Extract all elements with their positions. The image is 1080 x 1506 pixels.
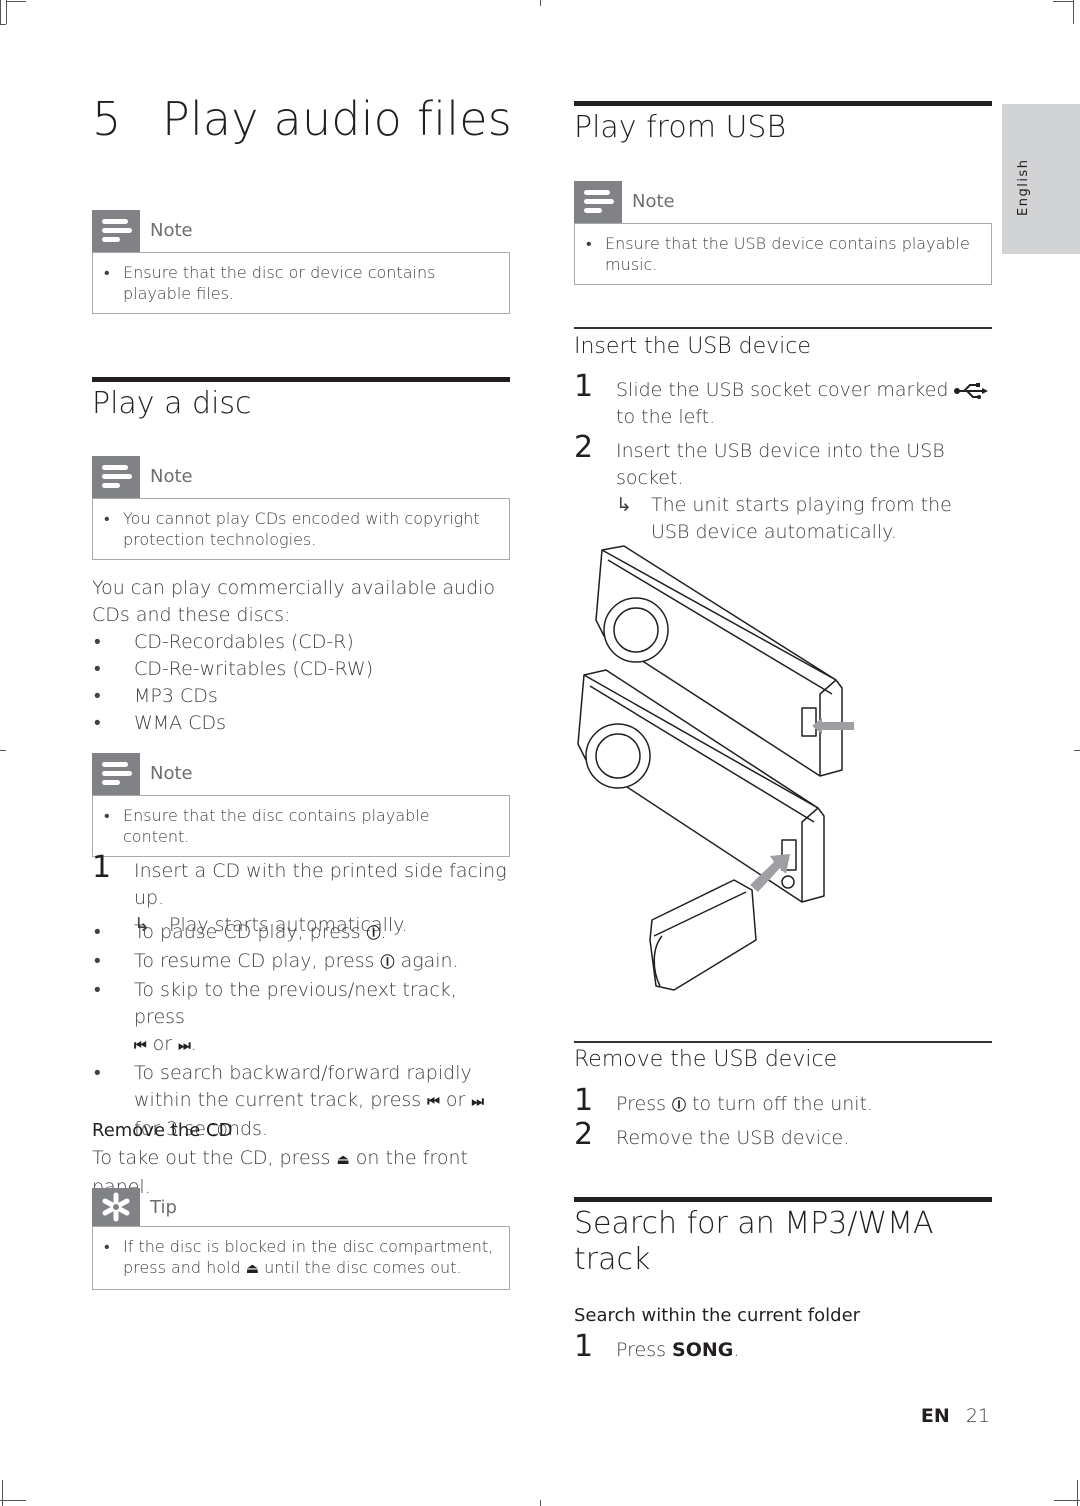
- crop-mark: [0, 1500, 26, 1501]
- step-number: 1: [574, 1083, 594, 1118]
- crop-mark: [540, 1500, 541, 1506]
- list-item: • To pause CD play, press Ⓘ.: [94, 921, 387, 943]
- tip-label: Tip: [150, 1197, 177, 1218]
- list-item: • WMA CDs: [94, 712, 227, 734]
- list-item: • CD-Recordables (CD-R): [94, 631, 354, 653]
- tip-icon: [92, 1188, 140, 1226]
- page-number: 21: [965, 1405, 990, 1427]
- chapter-title-text: Play audio files: [162, 92, 512, 146]
- previous-track-icon: ⏮: [427, 1094, 440, 1110]
- note-icon: [92, 210, 140, 252]
- note-icon: [92, 753, 140, 795]
- list-item: • To skip to the previous/next track, pre…: [94, 979, 457, 1055]
- footer-language: EN: [920, 1405, 950, 1427]
- subheading-search-folder: Search within the current folder: [574, 1305, 861, 1326]
- crop-mark: [1074, 750, 1080, 751]
- crop-mark: [0, 750, 6, 751]
- step-number: 1: [92, 850, 112, 885]
- note-label: Note: [150, 763, 193, 784]
- note-box: Note • Ensure that the USB device contain…: [574, 181, 992, 285]
- note-label: Note: [632, 191, 675, 212]
- subheading-remove-cd: Remove the CD: [92, 1120, 233, 1141]
- step-number: 2: [574, 1117, 594, 1152]
- step-text: Insert the USB device into the USB socke…: [616, 440, 945, 489]
- note-icon: [574, 181, 622, 223]
- crop-mark: [2, 1480, 3, 1506]
- list-item: • To resume CD play, press Ⓘ again.: [94, 950, 459, 972]
- section-rule: [92, 377, 510, 382]
- crop-mark: [1053, 1, 1073, 2]
- step: 1 Press SONG.: [574, 1329, 740, 1364]
- list-item: • MP3 CDs: [94, 685, 218, 707]
- crop-mark: [540, 0, 541, 6]
- note-label: Note: [150, 220, 193, 241]
- power-icon: Ⓘ: [380, 955, 395, 971]
- tip-box: Tip • If the disc is blocked in the disc …: [92, 1188, 510, 1290]
- note-text: Ensure that the USB device contains play…: [605, 234, 970, 274]
- note-text: Ensure that the disc or device contains …: [123, 263, 436, 303]
- usb-icon: [954, 382, 989, 399]
- subsection-rule: [574, 1041, 992, 1043]
- result-arrow-icon: ↳: [616, 494, 632, 516]
- section-rule: [574, 101, 992, 106]
- note-box: Note • Ensure that the disc contains play…: [92, 753, 510, 857]
- next-track-icon: ⏭: [471, 1094, 484, 1110]
- power-icon: Ⓘ: [672, 1098, 687, 1114]
- chapter-number: 5: [92, 92, 122, 146]
- power-icon: Ⓘ: [366, 926, 381, 942]
- step-number: 1: [574, 1329, 594, 1364]
- subheading-insert-usb: Insert the USB device: [574, 334, 811, 359]
- note-text: Ensure that the disc contains playable c…: [123, 806, 430, 846]
- note-box: Note • Ensure that the disc or device con…: [92, 210, 510, 314]
- controls-list: • To pause CD play, press Ⓘ. • To resume C…: [92, 919, 510, 1143]
- previous-track-icon: ⏮: [134, 1038, 147, 1054]
- chapter-title: 5 Play audio files: [92, 92, 512, 146]
- step: 2 Remove the USB device.: [574, 1120, 992, 1152]
- section-heading-search: Search for an MP3/WMA track: [574, 1206, 934, 1277]
- song-key-label: SONG: [672, 1339, 734, 1361]
- crop-mark: [1073, 0, 1074, 24]
- section-heading-play-usb: Play from USB: [574, 110, 787, 145]
- step-result: ↳ The unit starts playing from the USB de…: [616, 494, 952, 543]
- step-text: Insert a CD with the printed side facing…: [134, 860, 507, 909]
- eject-icon: ⏏: [336, 1152, 350, 1168]
- page-footer: EN 21: [921, 1405, 990, 1427]
- note-box: Note • You cannot play CDs encoded with c…: [92, 456, 510, 560]
- step: 1 Slide the USB socket cover marked to t…: [574, 372, 992, 431]
- note-icon: [92, 456, 140, 498]
- crop-mark: [1054, 1500, 1080, 1501]
- disc-types-list: • CD-Recordables (CD-R) • CD-Re-writables …: [92, 629, 510, 737]
- crop-mark: [1077, 1480, 1078, 1506]
- intro-text: You can play commercially available audi…: [92, 577, 496, 626]
- usb-insertion-illustration: [577, 545, 854, 991]
- crop-mark: [6, 0, 7, 24]
- section-heading-play-disc: Play a disc: [92, 386, 252, 421]
- crop-mark: [0, 24, 6, 25]
- crop-mark: [0, 0, 1, 24]
- eject-icon: ⏏: [245, 1261, 260, 1277]
- language-tab: English: [1002, 104, 1080, 254]
- section-rule: [574, 1197, 992, 1202]
- note-label: Note: [150, 466, 193, 487]
- step: 2 Insert the USB device into the USB soc…: [574, 433, 992, 546]
- step-number: 1: [574, 369, 594, 404]
- next-track-icon: ⏭: [178, 1038, 191, 1054]
- subheading-remove-usb: Remove the USB device: [574, 1047, 838, 1072]
- note-text: You cannot play CDs encoded with copyrig…: [123, 509, 480, 549]
- step-text: Remove the USB device.: [616, 1127, 850, 1149]
- step-number: 2: [574, 430, 594, 465]
- subsection-rule: [574, 327, 992, 329]
- crop-mark: [6, 1, 26, 2]
- step: 1 Press Ⓘ to turn off the unit.: [574, 1083, 874, 1118]
- list-item: • CD-Re-writables (CD-RW): [94, 658, 374, 680]
- language-tab-label: English: [1016, 158, 1031, 216]
